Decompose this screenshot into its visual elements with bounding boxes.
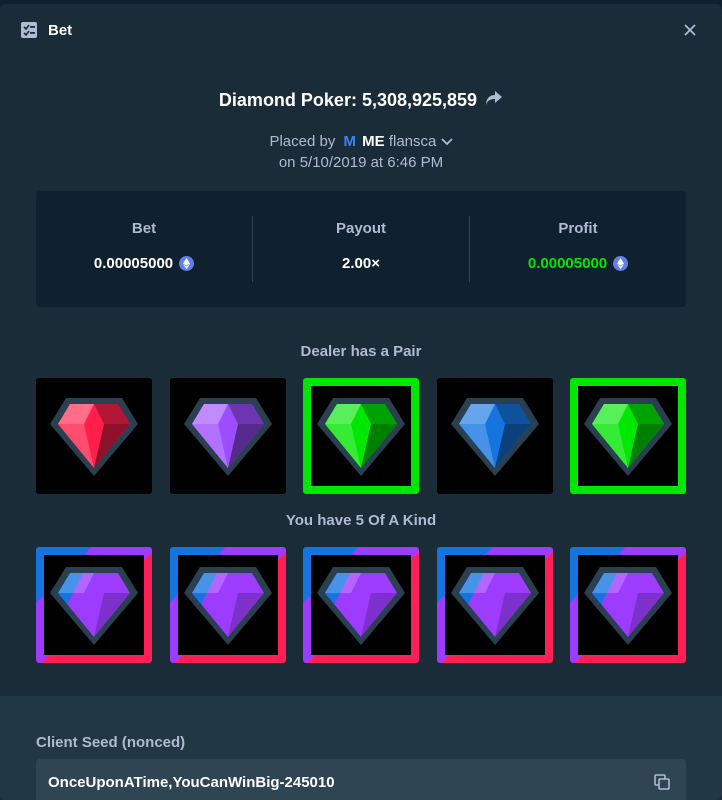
close-button[interactable] bbox=[678, 18, 702, 42]
dealer-hand-label: Dealer has a Pair bbox=[300, 343, 422, 360]
card-face bbox=[578, 386, 678, 486]
dealer-card bbox=[169, 378, 286, 494]
dealer-card bbox=[36, 378, 152, 494]
player-card bbox=[570, 547, 686, 663]
modal-title: Bet bbox=[48, 21, 73, 39]
share-icon[interactable] bbox=[485, 90, 503, 111]
stat-profit: Profit 0.00005000 bbox=[469, 216, 686, 282]
modal-header: Bet bbox=[0, 4, 722, 56]
ticket-icon bbox=[20, 21, 38, 39]
player-cards bbox=[36, 547, 686, 663]
game-title-text: Diamond Poker: 5,308,925,859 bbox=[218, 90, 478, 110]
player-card bbox=[169, 547, 286, 663]
multicolor-diamond-icon bbox=[50, 567, 138, 645]
multicolor-diamond-icon bbox=[584, 567, 672, 645]
red-diamond-icon bbox=[50, 398, 138, 476]
multicolor-diamond-icon bbox=[317, 567, 405, 645]
user-tag[interactable]: ME bbox=[362, 133, 385, 150]
card-face bbox=[44, 555, 144, 655]
chevron-down-icon[interactable] bbox=[440, 133, 453, 150]
green-diamond-icon bbox=[584, 398, 672, 476]
multicolor-diamond-icon bbox=[183, 567, 272, 645]
dealer-cards bbox=[36, 378, 686, 494]
bet-label: Bet bbox=[131, 220, 157, 237]
client-seed-label: Client Seed (nonced) bbox=[36, 734, 186, 751]
player-card bbox=[436, 547, 553, 663]
placed-date: on 5/10/2019 at 6:46 PM bbox=[278, 154, 444, 171]
bet-stats: Bet 0.00005000 Payout 2.00× Profit 0.000… bbox=[36, 191, 686, 307]
multicolor-diamond-icon bbox=[450, 567, 539, 645]
client-seed-value: OnceUponATime,YouCanWinBig-245010 bbox=[48, 773, 335, 791]
bet-modal: Bet Diamond Poker: 5,308,925,859 Placed … bbox=[0, 4, 722, 800]
card-face bbox=[578, 555, 678, 655]
profit-label: Profit bbox=[558, 220, 598, 237]
player-hand-label: You have 5 Of A Kind bbox=[285, 512, 437, 529]
bet-amount: 0.00005000 bbox=[93, 255, 174, 272]
close-icon bbox=[684, 24, 696, 36]
player-card bbox=[303, 547, 419, 663]
stat-payout: Payout 2.00× bbox=[252, 216, 469, 282]
copy-icon[interactable] bbox=[652, 772, 672, 792]
payout-label: Payout bbox=[335, 220, 386, 237]
placed-by: Placed by M ME flansca bbox=[36, 133, 686, 150]
card-face bbox=[444, 555, 545, 655]
dealer-card bbox=[303, 378, 419, 494]
vip-badge: M bbox=[343, 133, 357, 150]
card-face bbox=[311, 386, 411, 486]
client-seed-field[interactable]: OnceUponATime,YouCanWinBig-245010 bbox=[36, 759, 686, 800]
dealer-card bbox=[570, 378, 686, 494]
card-face bbox=[311, 555, 411, 655]
game-title: Diamond Poker: 5,308,925,859 bbox=[36, 90, 686, 111]
blue-diamond-icon bbox=[450, 398, 539, 476]
card-face bbox=[177, 555, 278, 655]
ethereum-icon bbox=[613, 256, 629, 271]
payout-multiplier: 2.00× bbox=[342, 255, 380, 272]
dealer-card bbox=[436, 378, 553, 494]
stat-bet: Bet 0.00005000 bbox=[36, 216, 252, 282]
profit-amount: 0.00005000 bbox=[527, 255, 608, 272]
seed-section: Client Seed (nonced) OnceUponATime,YouCa… bbox=[0, 696, 722, 800]
username[interactable]: flansca bbox=[389, 133, 437, 150]
ethereum-icon bbox=[179, 256, 195, 271]
purple-diamond-icon bbox=[183, 398, 272, 476]
green-diamond-icon bbox=[317, 398, 405, 476]
player-card bbox=[36, 547, 152, 663]
